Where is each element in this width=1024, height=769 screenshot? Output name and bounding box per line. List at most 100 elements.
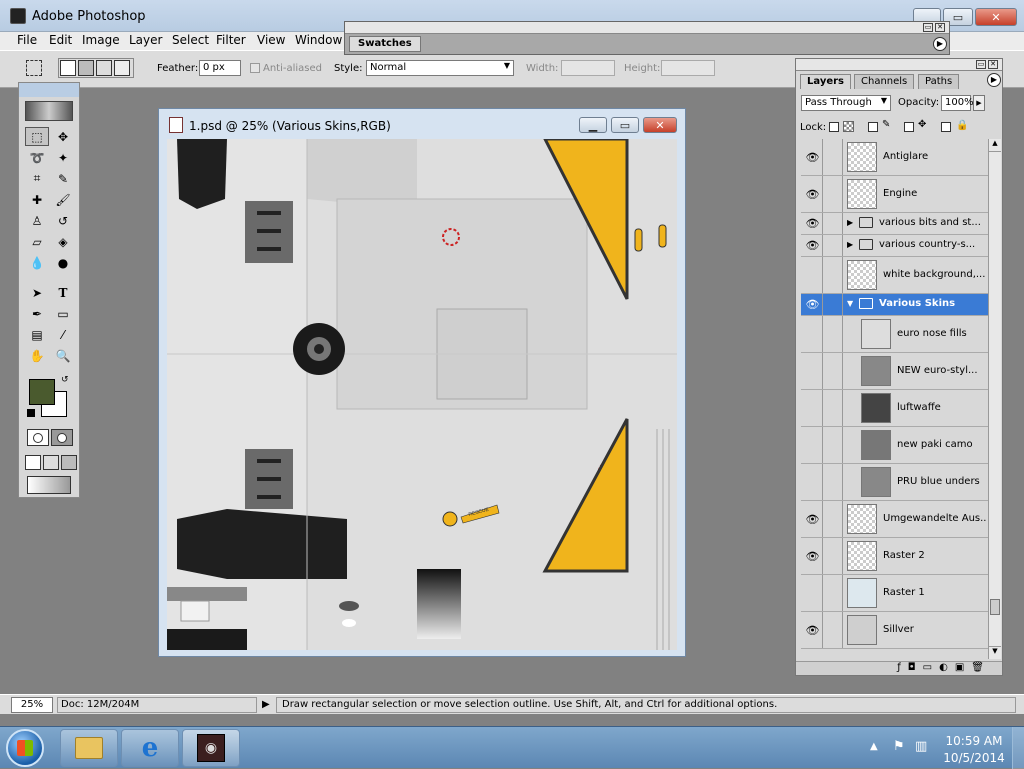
layer-row[interactable]: NEW euro-styl... [801,353,988,390]
lock-position-checkbox[interactable] [904,122,914,132]
layers-menu-icon[interactable]: ▶ [987,73,1001,87]
status-menu-icon[interactable]: ▶ [262,699,270,710]
lock-transparency-checkbox[interactable] [829,122,839,132]
rectangle-tool-icon[interactable]: ▭ [51,304,75,323]
new-layer-icon[interactable]: ▣ [955,662,964,675]
layer-link-slot[interactable] [825,575,843,611]
layer-link-slot[interactable] [825,213,843,234]
eye-icon[interactable]: 👁 [803,139,823,175]
adjustment-layer-icon[interactable]: ◐ [939,662,948,675]
palette-menu-icon[interactable]: ▶ [933,37,947,51]
eye-icon[interactable] [803,316,823,352]
eye-icon[interactable]: 👁 [803,501,823,537]
dodge-tool-icon[interactable]: ● [51,253,75,272]
eye-icon[interactable] [803,575,823,611]
layer-link-slot[interactable] [825,235,843,256]
full-screen-icon[interactable] [61,455,77,470]
clone-stamp-tool-icon[interactable]: ♙ [25,211,49,230]
layer-row[interactable]: new paki camo [801,427,988,464]
photoshop-taskbar-icon[interactable]: ◉ [182,729,240,767]
history-brush-tool-icon[interactable]: ↺ [51,211,75,230]
menu-view[interactable]: View [252,33,290,47]
eye-icon[interactable] [803,257,823,293]
layer-link-slot[interactable] [825,464,843,500]
layer-link-slot[interactable] [825,176,843,212]
layer-row[interactable]: luftwaffe [801,390,988,427]
blur-tool-icon[interactable]: 💧 [25,253,49,272]
move-tool-icon[interactable]: ✥ [51,127,75,146]
action-center-flag-icon[interactable]: ⚑ [893,739,905,754]
network-icon[interactable]: ▥ [915,739,927,754]
layer-row[interactable]: 👁 Sillver [801,612,988,649]
layer-row[interactable]: Raster 1 [801,575,988,612]
layer-link-slot[interactable] [825,294,843,315]
opacity-input[interactable]: 100% [941,95,974,111]
close-button[interactable]: ✕ [975,8,1017,26]
style-select[interactable]: Normal ▼ [366,60,514,76]
explorer-taskbar-icon[interactable] [60,729,118,767]
height-input[interactable] [661,60,715,76]
jump-to-imageready-icon[interactable] [27,476,71,494]
healing-brush-tool-icon[interactable]: ✚ [25,190,49,209]
tab-paths[interactable]: Paths [918,74,960,89]
layer-row[interactable]: 👁 Raster 2 [801,538,988,575]
layer-link-slot[interactable] [825,390,843,426]
hand-tool-icon[interactable]: ✋ [25,346,49,365]
menu-file[interactable]: File [12,33,42,47]
blend-mode-select[interactable]: Pass Through ▼ [801,95,891,111]
tool-preset-icon[interactable] [26,60,42,76]
menu-window[interactable]: Window [290,33,347,47]
lasso-tool-icon[interactable]: ➰ [25,148,49,167]
eye-icon[interactable] [803,464,823,500]
tab-layers[interactable]: Layers [800,74,851,89]
type-tool-icon[interactable]: T [51,283,75,302]
tab-channels[interactable]: Channels [854,74,915,89]
expanded-triangle-icon[interactable]: ▼ [847,299,853,308]
subtract-selection-icon[interactable] [96,60,112,76]
eye-icon[interactable] [803,427,823,463]
layer-link-slot[interactable] [825,427,843,463]
layer-link-slot[interactable] [825,257,843,293]
clock-date[interactable]: 10/5/2014 [938,751,1010,765]
menu-filter[interactable]: Filter [211,33,251,47]
image-canvas[interactable]: RESCUE [167,139,677,650]
zoom-tool-icon[interactable]: 🔍 [51,346,75,365]
layer-row[interactable]: 👁 ▼ Various Skins [801,294,988,316]
menu-image[interactable]: Image [77,33,125,47]
eye-icon[interactable] [803,353,823,389]
new-group-icon[interactable]: ▭ [923,662,932,675]
feather-input[interactable]: 0 px [199,60,241,76]
crop-tool-icon[interactable]: ⌗ [25,169,49,188]
tab-swatches[interactable]: Swatches [349,36,421,52]
menu-edit[interactable]: Edit [44,33,77,47]
adobe-online-icon[interactable] [25,101,73,121]
menu-layer[interactable]: Layer [124,33,167,47]
intersect-selection-icon[interactable] [114,60,130,76]
layer-link-slot[interactable] [825,501,843,537]
anti-aliased-checkbox[interactable] [250,63,260,73]
clock-time[interactable]: 10:59 AM [938,734,1010,748]
eraser-tool-icon[interactable]: ▱ [25,232,49,251]
opacity-arrow-icon[interactable]: ▶ [973,95,985,111]
collapsed-triangle-icon[interactable]: ▶ [847,240,853,249]
default-colors-icon[interactable] [27,409,35,417]
doc-close-button[interactable]: ✕ [643,117,677,133]
layer-row[interactable]: euro nose fills [801,316,988,353]
eye-icon[interactable]: 👁 [803,213,823,234]
full-screen-menu-icon[interactable] [43,455,59,470]
eye-icon[interactable]: 👁 [803,612,823,648]
foreground-color-swatch[interactable] [29,379,55,405]
layer-row[interactable]: 👁 Umgewandelte Aus... [801,501,988,538]
magic-wand-tool-icon[interactable]: ✦ [51,148,75,167]
new-selection-icon[interactable] [60,60,76,76]
eye-icon[interactable] [803,390,823,426]
layer-row[interactable]: 👁 Engine [801,176,988,213]
layer-row[interactable]: PRU blue unders [801,464,988,501]
zoom-field[interactable]: 25% [11,697,53,713]
slice-tool-icon[interactable]: ✎ [51,169,75,188]
notes-tool-icon[interactable]: ▤ [25,325,49,344]
standard-mode-icon[interactable] [27,429,49,446]
path-selection-tool-icon[interactable]: ➤ [25,283,49,302]
eye-icon[interactable]: 👁 [803,294,823,315]
menu-select[interactable]: Select [167,33,214,47]
